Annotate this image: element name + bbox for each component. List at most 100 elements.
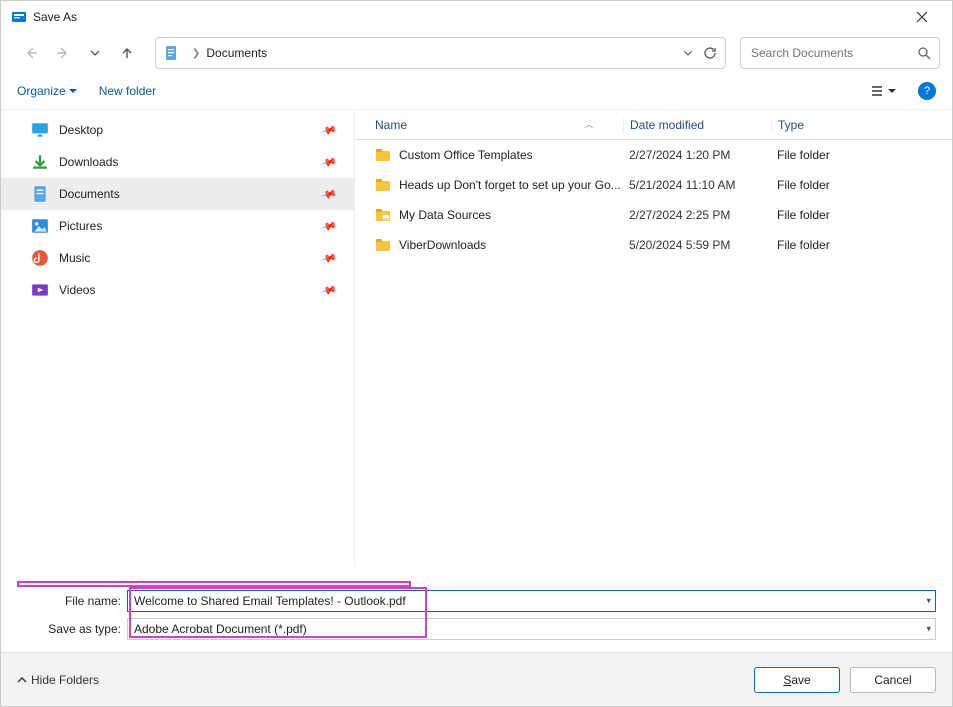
file-date: 5/21/2024 11:10 AM: [623, 178, 771, 192]
folder-icon: [375, 147, 391, 163]
file-name: ViberDownloads: [399, 238, 623, 252]
file-row[interactable]: Heads up Don't forget to set up your Go.…: [355, 170, 952, 200]
file-date: 2/27/2024 1:20 PM: [623, 148, 771, 162]
file-name: My Data Sources: [399, 208, 623, 222]
hide-folders-button[interactable]: Hide Folders: [17, 673, 99, 687]
app-icon: [11, 9, 27, 25]
file-type: File folder: [771, 208, 952, 222]
filename-field[interactable]: Welcome to Shared Email Templates! - Out…: [127, 590, 936, 612]
arrow-up-icon: [120, 46, 134, 60]
pin-icon: 📌: [320, 153, 338, 171]
savetype-label: Save as type:: [17, 622, 127, 636]
filename-value: Welcome to Shared Email Templates! - Out…: [134, 594, 406, 608]
chevron-down-icon[interactable]: [683, 48, 693, 58]
sidebar: Desktop 📌 Downloads 📌 Documents 📌 Pictur…: [1, 110, 355, 566]
file-type: File folder: [771, 238, 952, 252]
downloads-icon: [31, 153, 49, 171]
sidebar-item-desktop[interactable]: Desktop 📌: [1, 114, 354, 146]
chevron-up-icon: [17, 675, 27, 685]
sidebar-item-documents[interactable]: Documents 📌: [1, 178, 354, 210]
pin-icon: 📌: [320, 185, 338, 203]
column-label: Type: [778, 118, 804, 132]
hide-folders-label: Hide Folders: [31, 673, 99, 687]
pin-icon: 📌: [320, 249, 338, 267]
column-label: Name: [375, 118, 407, 132]
view-options-button[interactable]: [870, 84, 896, 98]
file-row[interactable]: Custom Office Templates2/27/2024 1:20 PM…: [355, 140, 952, 170]
new-folder-button[interactable]: New folder: [99, 84, 156, 98]
folder-icon: [375, 177, 391, 193]
nav-up-button[interactable]: [113, 39, 141, 67]
breadcrumb-separator-icon: ❯: [192, 48, 200, 59]
nav-bar: ❯ Documents: [1, 33, 952, 73]
window-title: Save As: [33, 10, 77, 24]
search-icon: [917, 46, 931, 60]
dropdown-caret-icon: [69, 87, 77, 95]
sort-indicator-icon: ︿: [585, 119, 593, 130]
chevron-down-icon[interactable]: ▾: [926, 596, 931, 607]
footer: Hide Folders Save Cancel: [1, 652, 952, 706]
new-folder-label: New folder: [99, 84, 156, 98]
organize-button[interactable]: Organize: [17, 84, 77, 98]
save-inputs: File name: Welcome to Shared Email Templ…: [1, 566, 952, 652]
pictures-icon: [31, 217, 49, 235]
file-list: Custom Office Templates2/27/2024 1:20 PM…: [355, 140, 952, 566]
column-label: Date modified: [630, 118, 704, 132]
savetype-row: Save as type: Adobe Acrobat Document (*.…: [17, 618, 936, 640]
pin-icon: 📌: [320, 217, 338, 235]
arrow-left-icon: [24, 46, 38, 60]
sidebar-item-label: Documents: [59, 187, 322, 201]
nav-recent-button[interactable]: [81, 39, 109, 67]
column-headers: Name ︿ Date modified Type: [355, 110, 952, 140]
column-name[interactable]: Name ︿: [375, 118, 623, 132]
sidebar-item-label: Downloads: [59, 155, 322, 169]
refresh-icon[interactable]: [703, 46, 717, 60]
close-button[interactable]: [900, 1, 944, 33]
sidebar-item-label: Desktop: [59, 123, 322, 137]
nav-forward-button[interactable]: [49, 39, 77, 67]
file-type: File folder: [771, 148, 952, 162]
filename-label: File name:: [17, 594, 127, 608]
save-label: Save: [783, 673, 810, 687]
help-button[interactable]: ?: [918, 82, 936, 100]
savetype-field[interactable]: Adobe Acrobat Document (*.pdf) ▾: [127, 618, 936, 640]
title-bar: Save As: [1, 1, 952, 33]
music-icon: [31, 249, 49, 267]
sidebar-item-downloads[interactable]: Downloads 📌: [1, 146, 354, 178]
breadcrumb-current[interactable]: Documents: [206, 46, 267, 60]
chevron-down-icon: [90, 48, 100, 58]
sidebar-item-label: Pictures: [59, 219, 322, 233]
sidebar-item-pictures[interactable]: Pictures 📌: [1, 210, 354, 242]
search-box[interactable]: [740, 37, 940, 69]
chevron-down-icon[interactable]: ▾: [926, 624, 931, 635]
desktop-icon: [31, 121, 49, 139]
save-button[interactable]: Save: [754, 667, 840, 693]
list-view-icon: [870, 84, 884, 98]
file-row[interactable]: My Data Sources2/27/2024 2:25 PMFile fol…: [355, 200, 952, 230]
savetype-value: Adobe Acrobat Document (*.pdf): [134, 622, 307, 636]
file-name: Heads up Don't forget to set up your Go.…: [399, 178, 623, 192]
file-date: 2/27/2024 2:25 PM: [623, 208, 771, 222]
filename-row: File name: Welcome to Shared Email Templ…: [17, 590, 936, 612]
documents-icon: [164, 45, 180, 61]
arrow-right-icon: [56, 46, 70, 60]
search-input[interactable]: [749, 45, 917, 61]
dropdown-caret-icon: [888, 87, 896, 95]
toolbar: Organize New folder ?: [1, 73, 952, 109]
cancel-label: Cancel: [874, 673, 911, 687]
documents-icon: [31, 185, 49, 203]
file-date: 5/20/2024 5:59 PM: [623, 238, 771, 252]
sidebar-item-label: Music: [59, 251, 322, 265]
file-row[interactable]: ViberDownloads5/20/2024 5:59 PMFile fold…: [355, 230, 952, 260]
pin-icon: 📌: [320, 281, 338, 299]
sidebar-item-music[interactable]: Music 📌: [1, 242, 354, 274]
videos-icon: [31, 281, 49, 299]
column-date[interactable]: Date modified: [623, 118, 771, 132]
file-area: Name ︿ Date modified Type Custom Office …: [355, 110, 952, 566]
cancel-button[interactable]: Cancel: [850, 667, 936, 693]
address-bar[interactable]: ❯ Documents: [155, 37, 726, 69]
file-type: File folder: [771, 178, 952, 192]
column-type[interactable]: Type: [771, 118, 952, 132]
sidebar-item-videos[interactable]: Videos 📌: [1, 274, 354, 306]
nav-back-button[interactable]: [17, 39, 45, 67]
